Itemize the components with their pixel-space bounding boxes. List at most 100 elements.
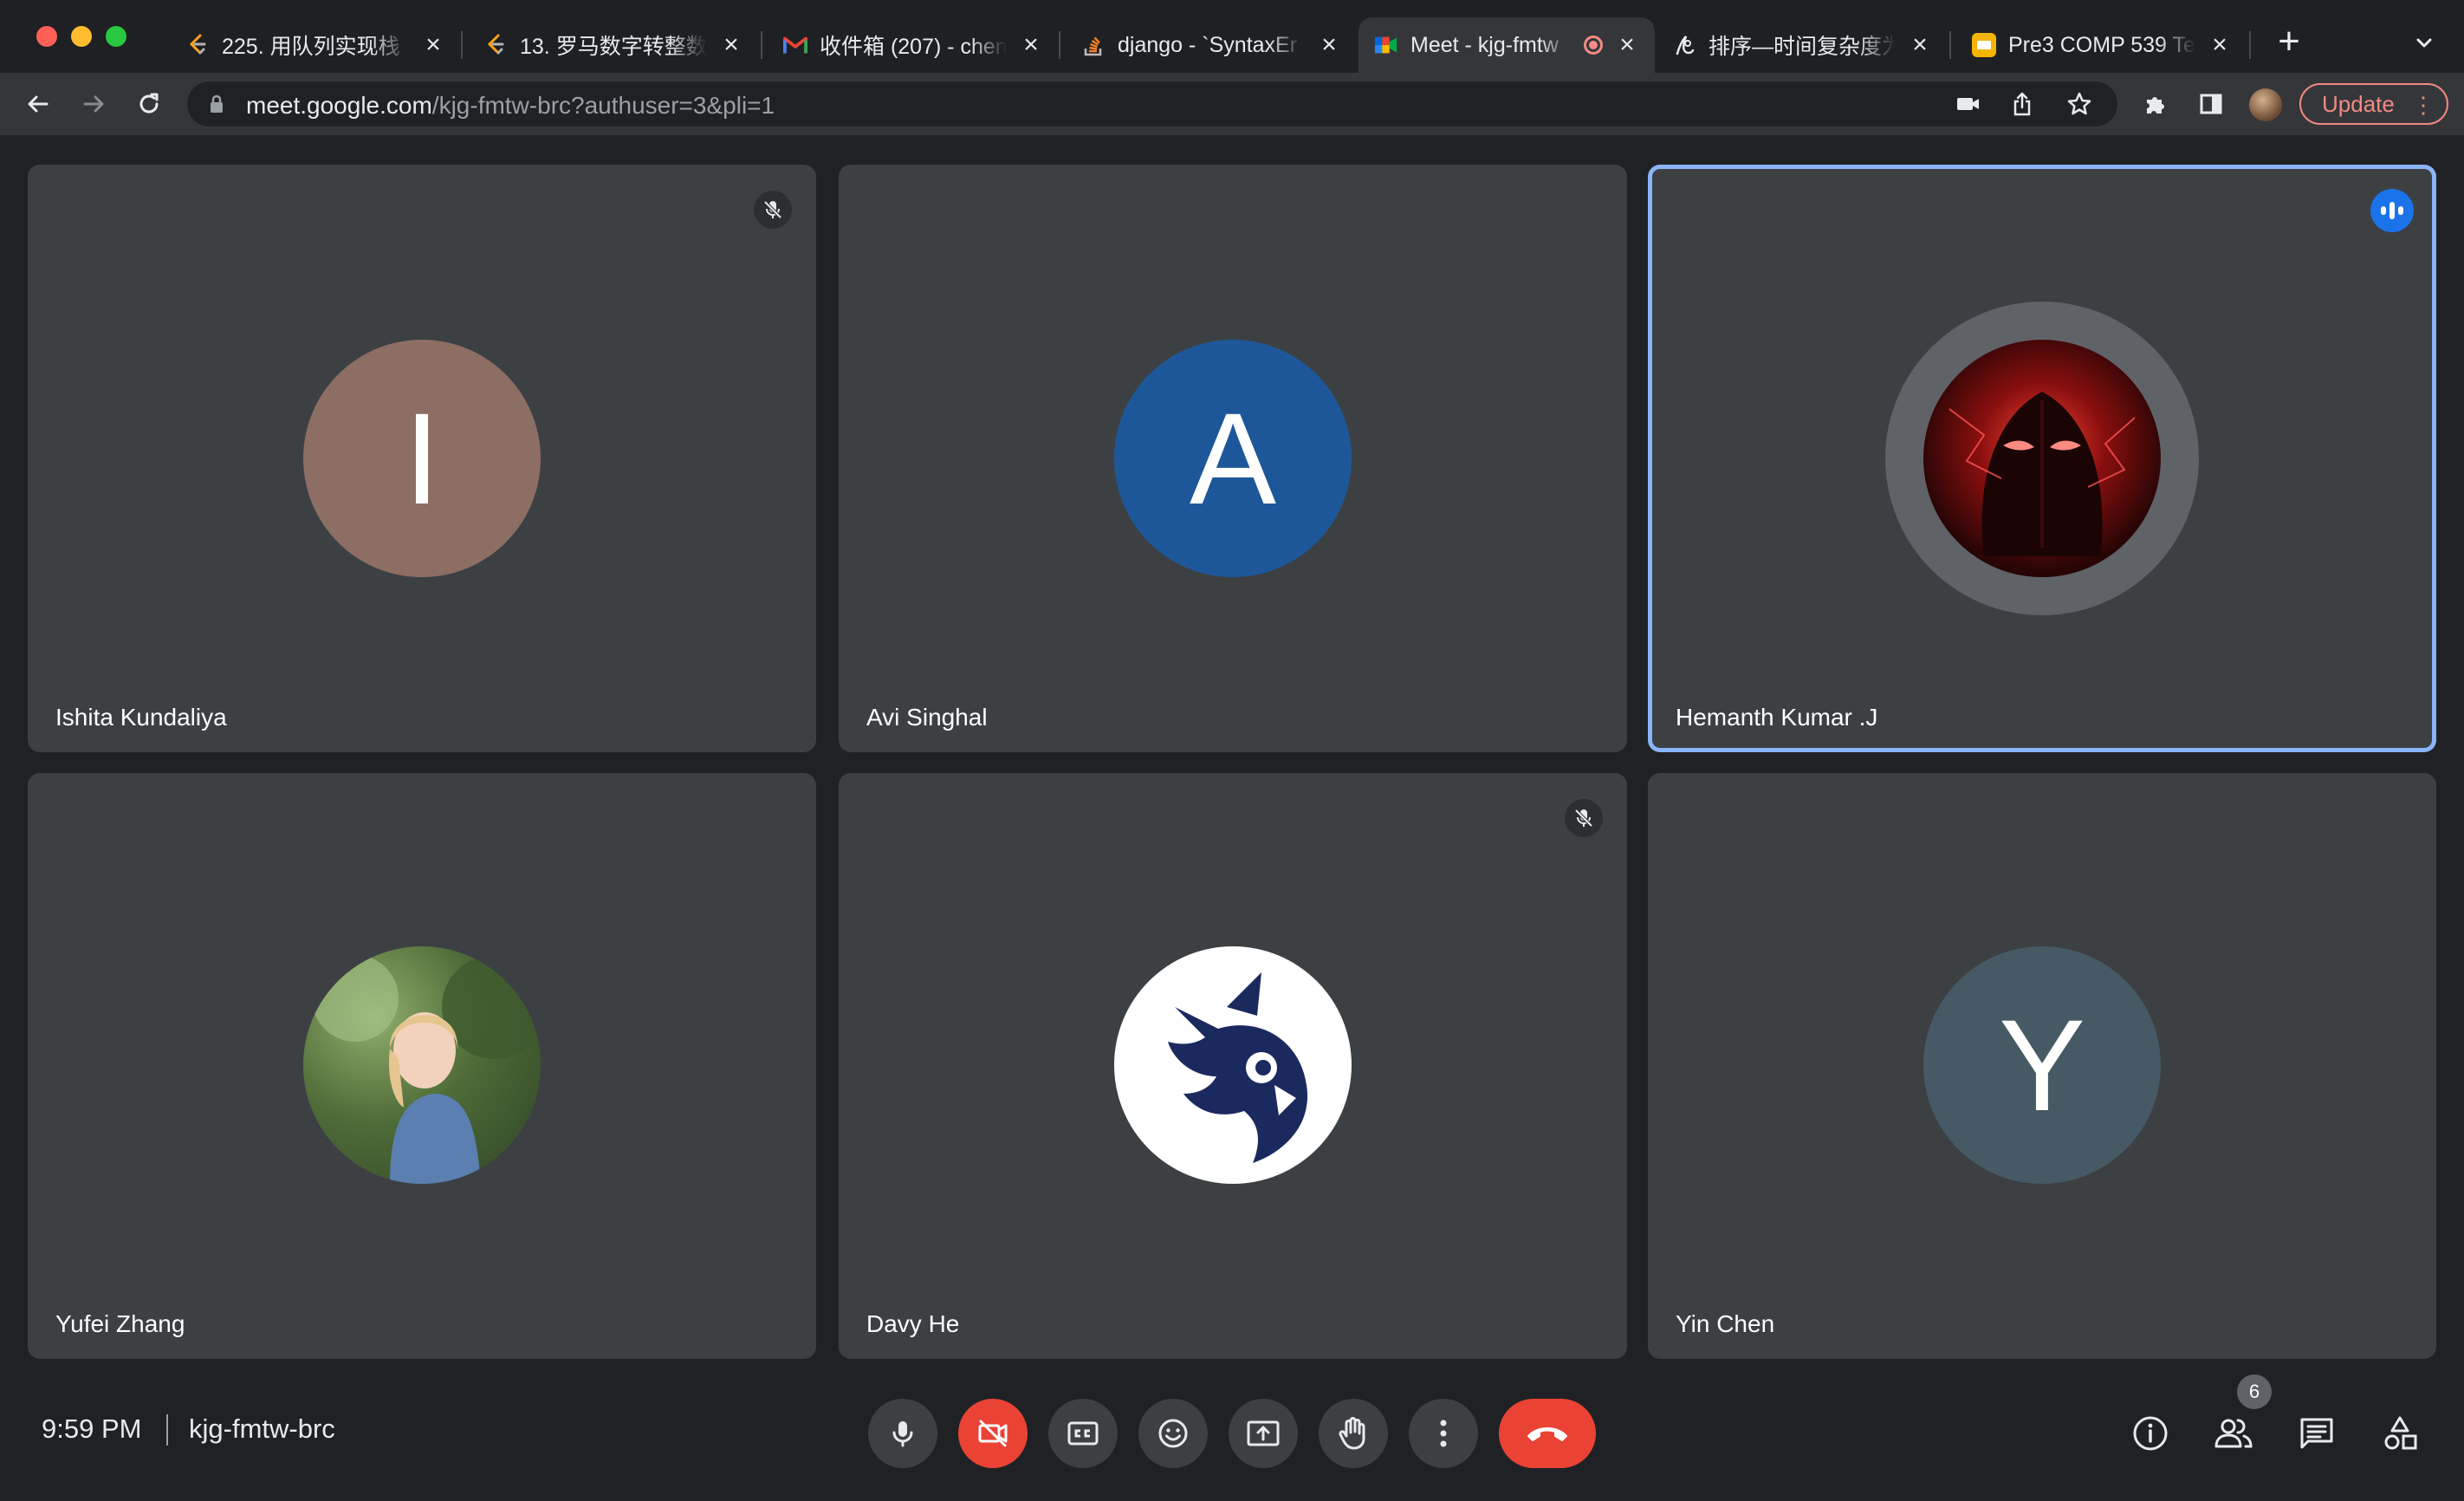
- reactions-button[interactable]: [1138, 1399, 1208, 1468]
- back-arrow-icon[interactable]: [19, 85, 57, 123]
- update-button[interactable]: Update ⋮: [2299, 83, 2448, 125]
- present-to-all-icon: [1247, 1420, 1280, 1446]
- participant-tile[interactable]: A Avi Singhal: [839, 165, 1627, 752]
- tab-separator: [761, 31, 762, 59]
- bookmark-star-icon[interactable]: [2065, 90, 2093, 118]
- recording-indicator-icon: [1584, 36, 1603, 55]
- activities-shapes-icon: [2384, 1416, 2417, 1450]
- avatar: A: [1114, 340, 1352, 577]
- owl-logo-picture: [1168, 972, 1308, 1163]
- meet-stage: I Ishita Kundaliya A Avi Singhal Hemanth…: [0, 135, 2464, 1501]
- participant-tile-active-speaker[interactable]: Hemanth Kumar .J: [1648, 165, 2436, 752]
- slides-icon: [1972, 33, 1996, 57]
- browser-tab-zhihu[interactable]: 排序—时间复杂度为 ×: [1657, 17, 1948, 73]
- profile-photo-picture: [312, 955, 541, 1184]
- avatar-initial: I: [404, 385, 440, 531]
- mic-off-icon: [754, 191, 792, 229]
- url-path: /kjg-fmtw-brc?authuser=3&pli=1: [431, 92, 775, 119]
- avatar: [1114, 946, 1352, 1184]
- participant-tile[interactable]: I Ishita Kundaliya: [28, 165, 816, 752]
- meeting-details-button[interactable]: [2128, 1411, 2173, 1456]
- forward-arrow-icon[interactable]: [75, 85, 113, 123]
- browser-tab-gmail[interactable]: 收件箱 (207) - chen ×: [768, 17, 1059, 73]
- avatar: I: [303, 340, 541, 577]
- meet-icon: [1374, 33, 1398, 57]
- avatar: [1923, 340, 2161, 577]
- raise-hand-button[interactable]: [1319, 1399, 1388, 1468]
- microphone-button[interactable]: [868, 1399, 937, 1468]
- new-tab-plus-icon[interactable]: +: [2272, 23, 2306, 61]
- window-zoom-button[interactable]: [106, 26, 126, 47]
- tab-title: django - `SyntaxEr: [1118, 32, 1298, 57]
- present-screen-button[interactable]: [1229, 1399, 1298, 1468]
- browser-tab-slides[interactable]: Pre3 COMP 539 Te ×: [1956, 17, 2247, 73]
- extensions-puzzle-icon[interactable]: [2140, 88, 2171, 120]
- close-icon[interactable]: ×: [1019, 32, 1043, 58]
- lock-icon[interactable]: [208, 94, 225, 119]
- browser-tab-bar: 225. 用队列实现栈 - × 13. 罗马数字转整数 × 收件箱 (207) …: [0, 0, 2464, 73]
- meeting-time: 9:59 PM: [42, 1413, 142, 1444]
- divider: [166, 1414, 168, 1446]
- participant-tile[interactable]: Y Yin Chen: [1648, 773, 2436, 1359]
- browser-tab-meet[interactable]: Meet - kjg-fmtw ×: [1358, 17, 1655, 73]
- share-icon[interactable]: [2008, 90, 2036, 118]
- browser-tab-stackoverflow[interactable]: django - `SyntaxEr ×: [1066, 17, 1357, 73]
- avatar-initial: Y: [1998, 991, 2086, 1138]
- camera-in-use-icon[interactable]: [1955, 90, 1982, 118]
- avatar: [303, 946, 541, 1184]
- chat-button[interactable]: [2294, 1411, 2339, 1456]
- info-icon: [2133, 1416, 2168, 1451]
- call-end-icon: [1527, 1427, 1567, 1441]
- participant-count-badge: 6: [2237, 1374, 2272, 1409]
- reload-icon[interactable]: [130, 85, 168, 123]
- tab-separator: [1949, 31, 1951, 59]
- zhihu-icon: [1672, 33, 1696, 57]
- hand-icon: [1339, 1417, 1365, 1450]
- camera-off-button[interactable]: [958, 1399, 1028, 1468]
- video-off-icon: [978, 1420, 1008, 1447]
- participant-tile[interactable]: Yufei Zhang: [28, 773, 816, 1359]
- tab-title: 收件箱 (207) - chen: [820, 35, 1007, 59]
- window-minimize-button[interactable]: [71, 26, 92, 47]
- tab-search-chevron-down-icon[interactable]: [2410, 29, 2438, 57]
- update-label: Update: [2322, 90, 2395, 117]
- leetcode-icon: [185, 33, 210, 57]
- closed-captions-icon: [1067, 1421, 1099, 1446]
- window-close-button[interactable]: [36, 26, 57, 47]
- meeting-code: kjg-fmtw-brc: [189, 1413, 335, 1444]
- address-bar[interactable]: meet.google.com/kjg-fmtw-brc?authuser=3&…: [187, 81, 2117, 127]
- close-icon[interactable]: ×: [719, 32, 743, 58]
- avatar: Y: [1923, 946, 2161, 1184]
- tab-title: 225. 用队列实现栈 -: [222, 35, 409, 59]
- participant-name: Davy He: [866, 1310, 960, 1337]
- activities-button[interactable]: [2377, 1411, 2422, 1456]
- close-icon[interactable]: ×: [421, 32, 445, 58]
- participant-name: Ishita Kundaliya: [55, 704, 227, 731]
- people-button[interactable]: [2211, 1411, 2256, 1456]
- mic-off-icon: [1565, 799, 1603, 837]
- browser-toolbar: meet.google.com/kjg-fmtw-brc?authuser=3&…: [0, 73, 2464, 135]
- close-icon[interactable]: ×: [1615, 32, 1639, 58]
- side-panel-icon[interactable]: [2195, 88, 2227, 120]
- browser-tab-leetcode-13[interactable]: 13. 罗马数字转整数 ×: [468, 17, 759, 73]
- close-icon[interactable]: ×: [1908, 32, 1932, 58]
- captions-button[interactable]: [1048, 1399, 1118, 1468]
- chat-icon: [2300, 1418, 2333, 1449]
- more-options-button[interactable]: [1409, 1399, 1478, 1468]
- microphone-icon: [892, 1421, 913, 1447]
- browser-tab-leetcode-225[interactable]: 225. 用队列实现栈 - ×: [170, 17, 461, 73]
- participant-name: Yufei Zhang: [55, 1310, 185, 1337]
- tab-title: 13. 罗马数字转整数: [520, 35, 707, 59]
- tab-title: Meet - kjg-fmtw: [1410, 32, 1559, 57]
- tab-title: Pre3 COMP 539 Te: [2008, 32, 2195, 57]
- leave-call-button[interactable]: [1499, 1399, 1596, 1468]
- tab-separator: [461, 31, 463, 59]
- masked-figure-picture: [1949, 392, 2136, 556]
- close-icon[interactable]: ×: [2208, 32, 2232, 58]
- tab-separator: [2249, 31, 2251, 59]
- gmail-icon: [783, 33, 807, 57]
- participant-tile[interactable]: Davy He: [839, 773, 1627, 1359]
- people-icon: [2214, 1419, 2253, 1448]
- profile-avatar[interactable]: [2249, 88, 2282, 121]
- close-icon[interactable]: ×: [1317, 32, 1341, 58]
